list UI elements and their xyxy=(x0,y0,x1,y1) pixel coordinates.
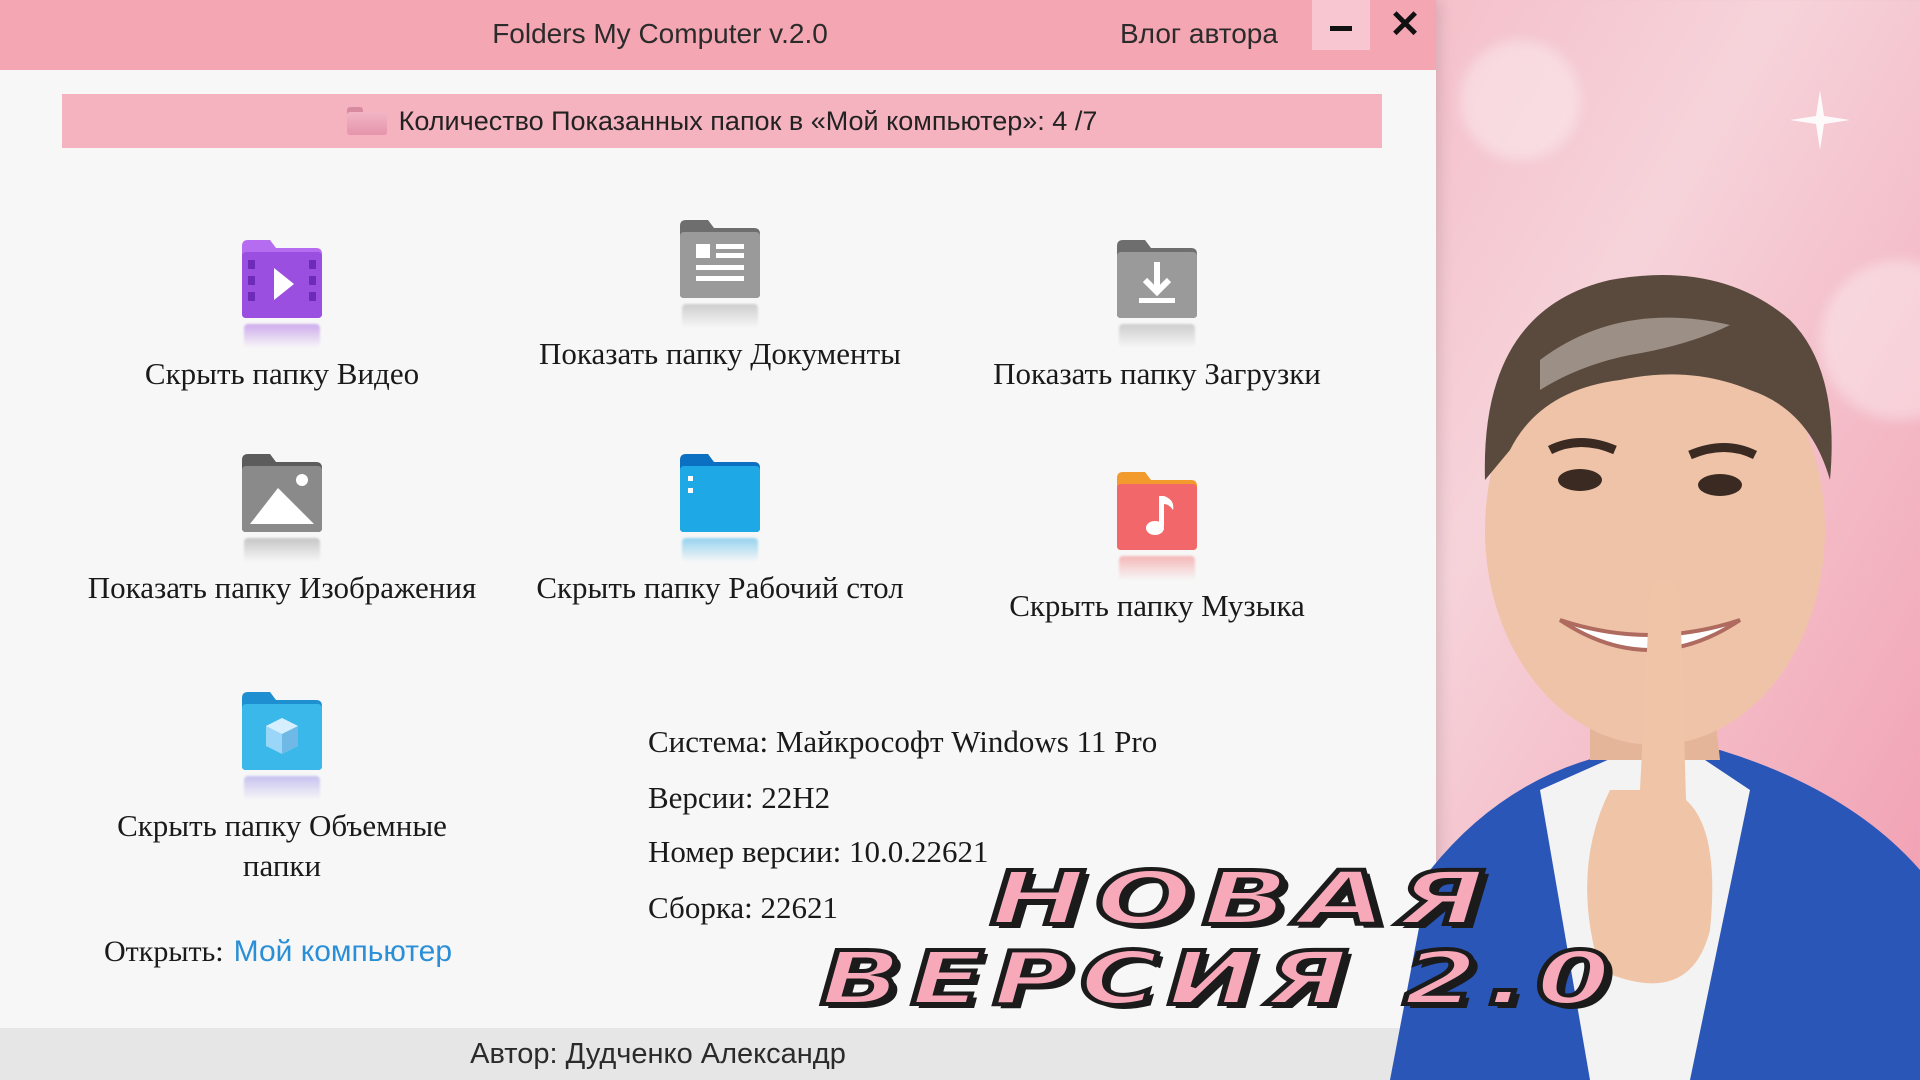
folder-icon xyxy=(347,107,387,135)
toggle-downloads-folder-button[interactable]: Показать папку Загрузки xyxy=(957,238,1357,394)
background-bokeh xyxy=(1460,40,1580,160)
toggle-pictures-folder-button[interactable]: Показать папку Изображения xyxy=(82,452,482,608)
promo-title-line-1: НОВАЯ xyxy=(990,856,1495,942)
close-icon: ✕ xyxy=(1389,6,1421,44)
tile-label: Показать папку Изображения xyxy=(82,568,482,608)
video-folder-icon xyxy=(240,238,324,320)
system-name: Система: Майкрософт Windows 11 Pro xyxy=(648,724,1157,760)
open-my-computer-link[interactable]: Мой компьютер xyxy=(234,935,452,968)
sparkle-icon xyxy=(1790,90,1850,150)
tile-label: Скрыть папку Музыка xyxy=(957,586,1357,626)
minimize-button[interactable] xyxy=(1312,0,1370,50)
open-label: Открыть: xyxy=(104,935,224,968)
tile-label: Показать папку Документы xyxy=(520,334,920,374)
system-build: Сборка: 22621 xyxy=(648,890,838,926)
icon-reflection xyxy=(682,304,758,328)
documents-folder-icon xyxy=(678,218,762,300)
close-button[interactable]: ✕ xyxy=(1376,0,1434,50)
toggle-desktop-folder-button[interactable]: Скрыть папку Рабочий стол xyxy=(520,452,920,608)
icon-reflection xyxy=(1119,324,1195,348)
toggle-video-folder-button[interactable]: Скрыть папку Видео xyxy=(82,238,482,394)
author-blog-link[interactable]: Влог автора xyxy=(1120,18,1278,50)
tile-label: Скрыть папку Рабочий стол xyxy=(520,568,920,608)
desktop-folder-icon xyxy=(678,452,762,534)
pictures-folder-icon xyxy=(240,452,324,534)
music-folder-icon xyxy=(1115,470,1199,552)
promo-title-line-2: ВЕРСИЯ 2.0 xyxy=(820,936,1619,1022)
system-version-number: Номер версии: 10.0.22621 xyxy=(648,834,988,870)
open-row: Открыть: Мой компьютер xyxy=(104,935,452,969)
icon-reflection xyxy=(244,776,320,800)
footer: Автор: Дудченко Александр xyxy=(0,1028,1436,1080)
icon-reflection xyxy=(1119,556,1195,580)
3d-objects-folder-icon xyxy=(240,690,324,772)
icon-reflection xyxy=(244,324,320,348)
shown-folders-count: Количество Показанных папок в «Мой компь… xyxy=(399,106,1098,137)
author-credit: Автор: Дудченко Александр xyxy=(470,1038,846,1071)
toggle-documents-folder-button[interactable]: Показать папку Документы xyxy=(520,218,920,374)
icon-reflection xyxy=(682,538,758,562)
tile-label: Скрыть папку Видео xyxy=(82,354,482,394)
toggle-3d-objects-folder-button[interactable]: Скрыть папку Объемные папки xyxy=(82,690,482,886)
minimize-icon xyxy=(1330,26,1352,31)
tile-label: Показать папку Загрузки xyxy=(957,354,1357,394)
title-bar[interactable]: Folders My Computer v.2.0 Влог автора ✕ xyxy=(0,0,1436,70)
system-version: Версии: 22H2 xyxy=(648,780,830,816)
icon-reflection xyxy=(244,538,320,562)
toggle-music-folder-button[interactable]: Скрыть папку Музыка xyxy=(957,470,1357,626)
downloads-folder-icon xyxy=(1115,238,1199,320)
shown-folders-banner: Количество Показанных папок в «Мой компь… xyxy=(62,94,1382,148)
tile-label: Скрыть папку Объемные папки xyxy=(82,806,482,886)
